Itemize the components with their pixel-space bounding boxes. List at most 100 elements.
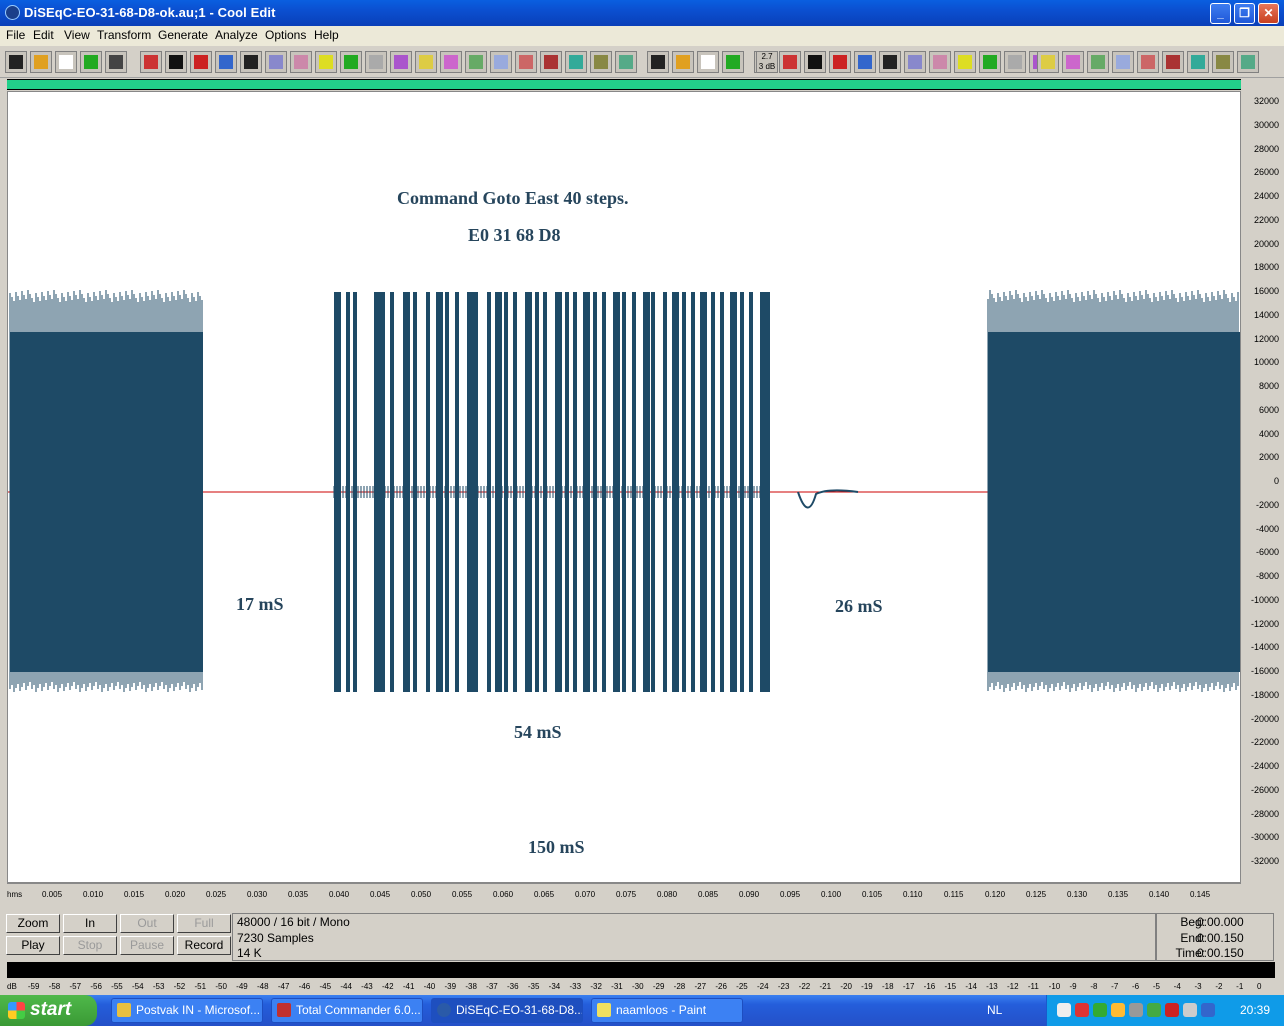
db-level-button[interactable]: 2.7 3 dB bbox=[756, 51, 778, 73]
toolbar-button-1087[interactable] bbox=[1087, 51, 1109, 73]
zoom-button[interactable]: Zoom bbox=[6, 914, 60, 933]
annotation-hex: E0 31 68 D8 bbox=[468, 225, 561, 245]
toolbar-button-105[interactable] bbox=[105, 51, 127, 73]
toolbar-button-415[interactable] bbox=[415, 51, 437, 73]
toolbar-button-1137[interactable] bbox=[1137, 51, 1159, 73]
toolbar-button-5[interactable] bbox=[5, 51, 27, 73]
task-total-commander[interactable]: Total Commander 6.0... bbox=[271, 998, 423, 1023]
toolbar-button-165[interactable] bbox=[165, 51, 187, 73]
toolbar-button-540[interactable] bbox=[540, 51, 562, 73]
y-tick-label: 16000 bbox=[1253, 286, 1279, 296]
menu-edit[interactable]: Edit bbox=[33, 28, 54, 42]
outlook-icon bbox=[117, 1003, 131, 1017]
waveform-display[interactable]: Command Goto East 40 steps. E0 31 68 D8 … bbox=[7, 91, 1241, 883]
settings-icon[interactable] bbox=[1129, 1003, 1143, 1017]
maximize-button[interactable]: ❐ bbox=[1234, 3, 1255, 24]
toolbar-button-515[interactable] bbox=[515, 51, 537, 73]
toolbar-button-1062[interactable] bbox=[1062, 51, 1084, 73]
toolbar-button-490[interactable] bbox=[490, 51, 512, 73]
toolbar-button-804[interactable] bbox=[804, 51, 826, 73]
toolbar-button-240[interactable] bbox=[240, 51, 262, 73]
zoom-in-button[interactable]: In bbox=[63, 914, 117, 933]
zoom-out-button[interactable]: Out bbox=[120, 914, 174, 933]
time-ruler[interactable]: hms 0.005 0.010 0.015 0.020 0.025 0.030 0.035 0.… bbox=[7, 883, 1241, 901]
task-outlook[interactable]: Postvak IN - Microsof... bbox=[111, 998, 263, 1023]
toolbar-button-315[interactable] bbox=[315, 51, 337, 73]
overview-bar[interactable] bbox=[7, 79, 1241, 90]
network-icon[interactable] bbox=[1093, 1003, 1107, 1017]
toolbar-button-1037[interactable] bbox=[1037, 51, 1059, 73]
toolbar-button-290[interactable] bbox=[290, 51, 312, 73]
x-tick-label: 0.020 bbox=[165, 890, 186, 899]
toolbar-button-440[interactable] bbox=[440, 51, 462, 73]
menu-help[interactable]: Help bbox=[314, 28, 339, 42]
toolbar-button-390[interactable] bbox=[390, 51, 412, 73]
update-icon[interactable] bbox=[1147, 1003, 1161, 1017]
task-cool-edit[interactable]: DiSEqC-EO-31-68-D8... bbox=[431, 998, 583, 1023]
x-tick-label: 0.050 bbox=[411, 890, 432, 899]
toolbar-button-1112[interactable] bbox=[1112, 51, 1134, 73]
toolbar-button-647[interactable] bbox=[647, 51, 669, 73]
y-tick-label: -28000 bbox=[1250, 808, 1279, 819]
toolbar-button-779[interactable] bbox=[779, 51, 801, 73]
menu-options[interactable]: Options bbox=[265, 28, 306, 42]
volume-icon[interactable] bbox=[1183, 1003, 1197, 1017]
toolbar-button-80[interactable] bbox=[80, 51, 102, 73]
toolbar-button-140[interactable] bbox=[140, 51, 162, 73]
toolbar-button-1237[interactable] bbox=[1237, 51, 1259, 73]
mail-icon[interactable] bbox=[1057, 1003, 1071, 1017]
minimize-button[interactable]: _ bbox=[1210, 3, 1231, 24]
start-button[interactable]: start bbox=[0, 995, 97, 1026]
toolbar-button-340[interactable] bbox=[340, 51, 362, 73]
toolbar-button-672[interactable] bbox=[672, 51, 694, 73]
x-tick-label: 0.030 bbox=[247, 890, 268, 899]
pause-button[interactable]: Pause bbox=[120, 936, 174, 955]
toolbar-button-1187[interactable] bbox=[1187, 51, 1209, 73]
menu-view[interactable]: View bbox=[64, 28, 90, 42]
toolbar-button-215[interactable] bbox=[215, 51, 237, 73]
toolbar-button-929[interactable] bbox=[929, 51, 951, 73]
toolbar-button-1004[interactable] bbox=[1004, 51, 1026, 73]
toolbar-button-854[interactable] bbox=[854, 51, 876, 73]
menu-transform[interactable]: Transform bbox=[97, 28, 151, 42]
toolbar-button-904[interactable] bbox=[904, 51, 926, 73]
toolbar-button-615[interactable] bbox=[615, 51, 637, 73]
toolbar-button-565[interactable] bbox=[565, 51, 587, 73]
toolbar-button-1162[interactable] bbox=[1162, 51, 1184, 73]
end-value[interactable]: 0:00.150 bbox=[1197, 931, 1244, 945]
toolbar-button-365[interactable] bbox=[365, 51, 387, 73]
time-value[interactable]: 0:00.150 bbox=[1197, 946, 1244, 960]
meter-tick: -57 bbox=[69, 982, 82, 991]
toolbar-button-190[interactable] bbox=[190, 51, 212, 73]
stop-button[interactable]: Stop bbox=[63, 936, 117, 955]
record-button[interactable]: Record bbox=[177, 936, 231, 955]
toolbar-button-979[interactable] bbox=[979, 51, 1001, 73]
toolbar-button-590[interactable] bbox=[590, 51, 612, 73]
toolbar-button-465[interactable] bbox=[465, 51, 487, 73]
x-tick-label: 0.115 bbox=[944, 890, 964, 899]
media-icon[interactable] bbox=[1201, 1003, 1215, 1017]
menu-generate[interactable]: Generate bbox=[158, 28, 208, 42]
close-button[interactable]: ✕ bbox=[1258, 3, 1279, 24]
toolbar-button-722[interactable] bbox=[722, 51, 744, 73]
toolbar-button-879[interactable] bbox=[879, 51, 901, 73]
toolbar-button-829[interactable] bbox=[829, 51, 851, 73]
beg-value[interactable]: 0:00.000 bbox=[1197, 915, 1244, 929]
task-paint[interactable]: naamloos - Paint bbox=[591, 998, 743, 1023]
toolbar-button-265[interactable] bbox=[265, 51, 287, 73]
toolbar-button-55[interactable] bbox=[55, 51, 77, 73]
toolbar-button-1212[interactable] bbox=[1212, 51, 1234, 73]
language-indicator[interactable]: NL bbox=[987, 1003, 1002, 1017]
ati-icon[interactable] bbox=[1165, 1003, 1179, 1017]
toolbar-button-697[interactable] bbox=[697, 51, 719, 73]
menu-file[interactable]: File bbox=[6, 28, 25, 42]
security-icon[interactable] bbox=[1111, 1003, 1125, 1017]
menu-analyze[interactable]: Analyze bbox=[215, 28, 258, 42]
toolbar-button-30[interactable] bbox=[30, 51, 52, 73]
toolbar-button-954[interactable] bbox=[954, 51, 976, 73]
zoom-full-button[interactable]: Full bbox=[177, 914, 231, 933]
play-button[interactable]: Play bbox=[6, 936, 60, 955]
data-pulse bbox=[651, 292, 655, 692]
antivirus-icon[interactable] bbox=[1075, 1003, 1089, 1017]
meter-tick: -40 bbox=[423, 982, 436, 991]
